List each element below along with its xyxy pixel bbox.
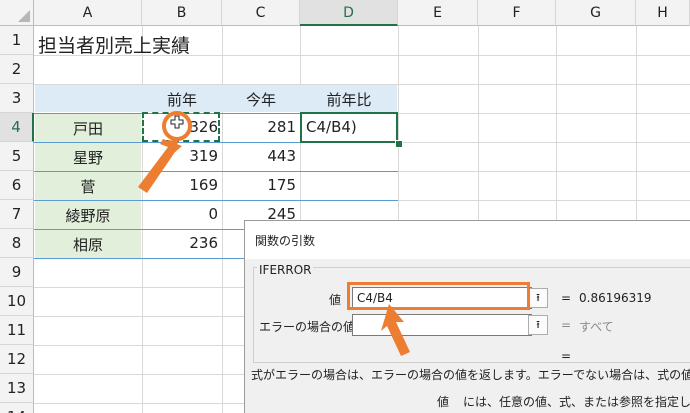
arg2-collapse-button[interactable]: ⭱ [528, 315, 548, 335]
value-cell[interactable]: 236 [142, 234, 218, 252]
arg1-highlight [347, 282, 530, 310]
table-border [34, 171, 398, 172]
column-header-f[interactable]: F [478, 0, 556, 26]
select-all-triangle-icon [18, 10, 30, 22]
row-header-1[interactable]: 1 [0, 26, 34, 55]
value-cell[interactable]: 281 [222, 118, 296, 136]
arg1-label: 値 [328, 293, 341, 307]
sheet-title[interactable]: 担当者別売上実績 [38, 31, 190, 58]
name-cell[interactable]: 相原 [34, 234, 142, 255]
table-border [34, 200, 398, 201]
name-cell[interactable]: 菅 [34, 176, 142, 197]
row-header-10[interactable]: 10 [0, 287, 34, 316]
row-header-13[interactable]: 13 [0, 374, 34, 403]
header-this-year[interactable]: 今年 [222, 89, 300, 110]
active-cell-d4[interactable]: C4/B4) [300, 112, 398, 143]
arg-help-name: 値 [437, 395, 450, 409]
column-header-g[interactable]: G [556, 0, 636, 26]
row-header-14[interactable]: 14 [0, 403, 34, 413]
row-header-8[interactable]: 8 [0, 229, 34, 258]
spreadsheet-window: A B C D E F G H 1 2 3 4 5 6 7 8 9 10 11 … [0, 0, 690, 413]
arg2-result: すべて [579, 320, 614, 334]
name-cell[interactable]: 星野 [34, 147, 142, 168]
row-header-11[interactable]: 11 [0, 316, 34, 345]
column-header-e[interactable]: E [398, 0, 478, 26]
dialog-title: 関数の引数 [255, 234, 316, 248]
row-header-3[interactable]: 3 [0, 84, 34, 113]
cell-edit-text: C4/B4) [306, 118, 357, 136]
row-header-12[interactable]: 12 [0, 345, 34, 374]
value-cell[interactable]: 443 [222, 147, 296, 165]
row-header-9[interactable]: 9 [0, 258, 34, 287]
row-header-7[interactable]: 7 [0, 200, 34, 229]
column-header-c[interactable]: C [222, 0, 300, 26]
column-header-a[interactable]: A [34, 0, 142, 26]
arg1-result: 0.86196319 [579, 291, 652, 305]
header-prev-year[interactable]: 前年 [142, 89, 222, 110]
value-cell[interactable]: 0 [142, 205, 218, 223]
arg-help-text: には、任意の値、式、または参照を指定します。 [463, 395, 690, 409]
formula-result-equals: = [561, 349, 572, 363]
column-header-b[interactable]: B [142, 0, 222, 26]
value-cell[interactable]: 169 [142, 176, 218, 194]
value-cell[interactable]: 175 [222, 176, 296, 194]
column-header-bar: A B C D E F G H [0, 0, 690, 26]
arg2-input[interactable] [352, 314, 532, 336]
column-header-h[interactable]: H [636, 0, 690, 26]
row-header-2[interactable]: 2 [0, 55, 34, 84]
select-all-corner[interactable] [0, 0, 34, 26]
function-arguments-dialog: 関数の引数 IFERROR 値 C4/B4 ⭱ = 0.86196319 エラー… [244, 220, 690, 413]
arg2-label: エラーの場合の値 [259, 320, 356, 334]
column-header-d[interactable]: D [300, 0, 398, 26]
row-header-5[interactable]: 5 [0, 142, 34, 171]
name-cell[interactable]: 戸田 [34, 118, 142, 139]
arg1-equals: = [561, 291, 572, 305]
header-ratio[interactable]: 前年比 [300, 89, 398, 110]
value-cell-b4[interactable]: 326 [142, 118, 218, 136]
arg2-equals: = [561, 318, 572, 332]
function-description: 式がエラーの場合は、エラーの場合の値を返します。エラーでない場合は、式の値自体を… [251, 368, 690, 382]
row-header-4[interactable]: 4 [0, 113, 34, 142]
function-name: IFERROR [257, 263, 314, 277]
arg1-collapse-button[interactable]: ⭱ [528, 288, 548, 308]
fill-handle[interactable] [395, 140, 403, 148]
row-header-6[interactable]: 6 [0, 171, 34, 200]
name-cell[interactable]: 綾野原 [34, 205, 142, 226]
value-cell[interactable]: 319 [142, 147, 218, 165]
